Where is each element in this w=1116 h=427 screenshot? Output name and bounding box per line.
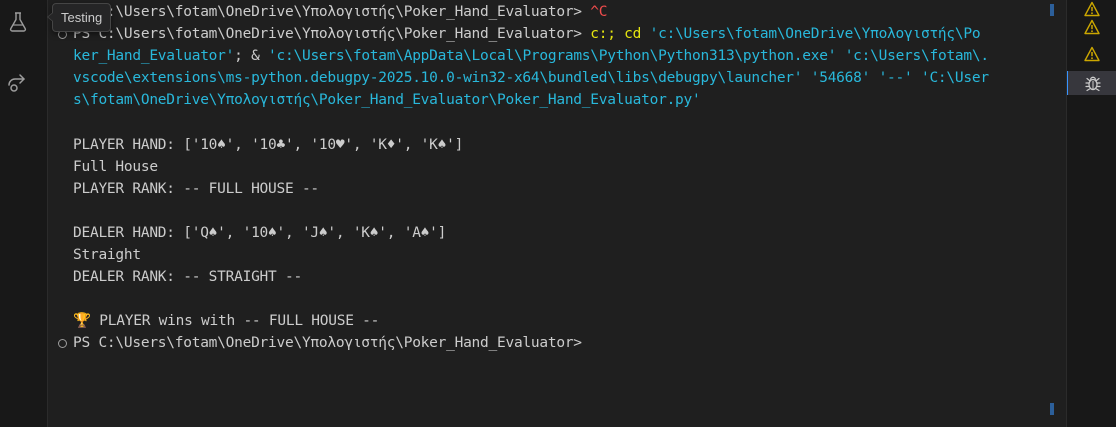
scroll-marker — [1050, 403, 1054, 415]
command-text: c:; cd — [590, 26, 650, 42]
terminal-line: PS C:\Users\fotam\OneDrive\Υπολογιστής\P… — [73, 1, 607, 23]
terminal-panel[interactable]: PS C:\Users\fotam\OneDrive\Υπολογιστής\P… — [48, 0, 1048, 427]
terminal-tabs-panel — [1066, 0, 1116, 427]
terminal-line: vscode\extensions\ms-python.debugpy-2025… — [73, 70, 989, 86]
command-decoration-icon[interactable] — [58, 339, 67, 348]
terminal-line: s\fotam\OneDrive\Υπολογιστής\Poker_Hand_… — [73, 92, 701, 108]
prompt-text: PS C:\Users\fotam\OneDrive\Υπολογιστής\P… — [73, 4, 591, 20]
player-hand-name-line: Full House — [73, 159, 158, 175]
separator-text: ; & — [234, 48, 269, 64]
testing-flask-icon[interactable] — [0, 2, 36, 42]
player-hand-line: PLAYER HAND: ['10♠', '10♣', '10♥', 'K♦',… — [73, 137, 464, 153]
remote-share-icon[interactable] — [0, 60, 36, 100]
terminal-line: ker_Hand_Evaluator'; & 'c:\Users\fotam\A… — [73, 45, 989, 67]
result-line: 🏆 PLAYER wins with -- FULL HOUSE -- — [73, 310, 379, 332]
terminal-line: PS C:\Users\fotam\OneDrive\Υπολογιστής\P… — [73, 23, 981, 45]
terminal-prompt-line: PS C:\Users\fotam\OneDrive\Υπολογιστής\P… — [73, 335, 582, 351]
interrupt-text: ^C — [590, 4, 608, 20]
player-rank-line: PLAYER RANK: -- FULL HOUSE -- — [73, 181, 319, 197]
dealer-rank-line: DEALER RANK: -- STRAIGHT -- — [73, 269, 302, 285]
separator-text — [836, 48, 844, 64]
result-text: PLAYER wins with -- FULL HOUSE -- — [90, 313, 380, 329]
argument-text: 'c:\Users\fotam\OneDrive\Υπολογιστής\Po — [649, 26, 981, 42]
scroll-marker — [1050, 4, 1054, 16]
activity-bar — [0, 0, 48, 427]
terminal-scrollbar[interactable] — [1050, 0, 1054, 427]
trophy-icon: 🏆 — [73, 313, 91, 329]
debug-bug-icon[interactable] — [1067, 71, 1116, 95]
argument-text: 'c:\Users\fotam\. — [844, 48, 989, 64]
warning-icon[interactable] — [1067, 15, 1116, 39]
argument-text: ker_Hand_Evaluator' — [73, 48, 235, 64]
warning-icon[interactable] — [1067, 42, 1116, 66]
vscode-window: Testing PS C:\Users\fotam\OneDrive\Υπολο… — [0, 0, 1116, 427]
testing-tooltip: Testing — [46, 3, 112, 32]
argument-text: 'c:\Users\fotam\AppData\Local\Programs\P… — [268, 48, 837, 64]
dealer-hand-line: DEALER HAND: ['Q♠', '10♠', 'J♠', 'K♠', '… — [73, 225, 447, 241]
dealer-hand-name-line: Straight — [73, 247, 141, 263]
prompt-text: PS C:\Users\fotam\OneDrive\Υπολογιστής\P… — [73, 26, 591, 42]
